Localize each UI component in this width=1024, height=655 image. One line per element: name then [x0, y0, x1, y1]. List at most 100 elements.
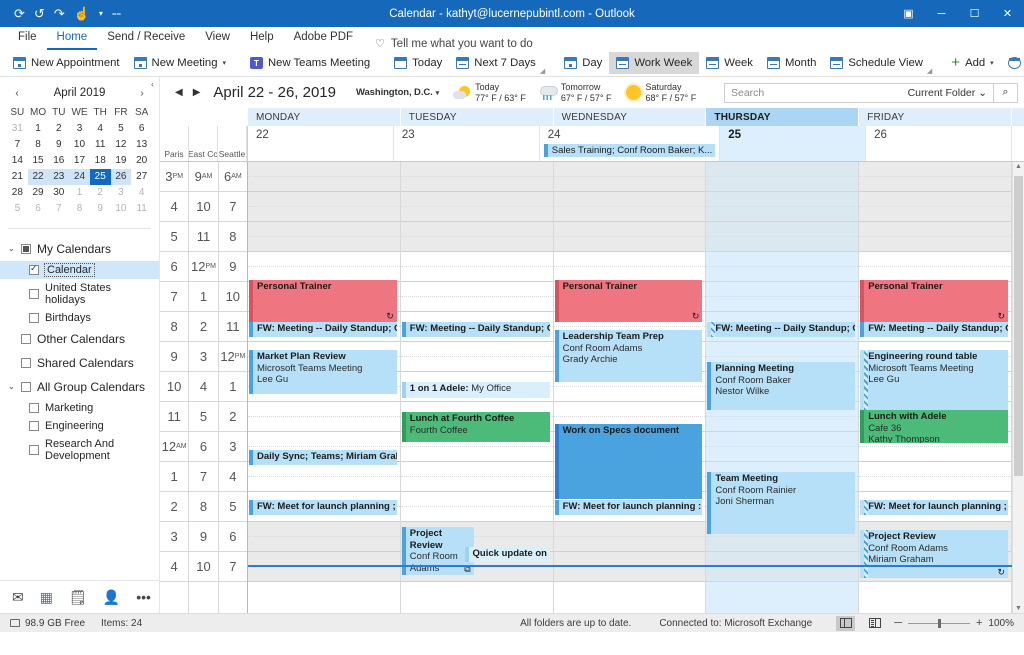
date-nav-day[interactable]: 26 — [111, 169, 132, 185]
date-nav-day[interactable]: 16 — [48, 153, 69, 169]
hour-cell[interactable] — [859, 252, 1011, 282]
hour-cell[interactable] — [554, 222, 706, 252]
all-day-cell-monday[interactable]: 22 — [248, 126, 394, 161]
date-nav-day[interactable]: 12 — [111, 137, 132, 153]
chevron-down-icon[interactable]: ⌄ — [978, 87, 987, 99]
day-column-thursday[interactable]: FW: Meeting -- Daily Standup; Co⧉Plannin… — [706, 162, 859, 613]
appointment[interactable]: Work on Specs document — [555, 424, 703, 499]
appointment[interactable]: Personal Trainer↻ — [860, 280, 1008, 322]
date-nav-day[interactable]: 9 — [90, 201, 111, 217]
appointment[interactable]: 1 on 1 Adele: My Office — [402, 382, 550, 398]
chevron-down-icon[interactable]: ▾ — [222, 59, 226, 67]
tab-help[interactable]: Help — [240, 27, 284, 50]
date-nav-day[interactable]: 8 — [28, 137, 49, 153]
zoom-slider-thumb[interactable] — [938, 619, 941, 628]
all-day-cell-friday[interactable]: 26 — [866, 126, 1012, 161]
day-header-monday[interactable]: MONDAY — [248, 108, 401, 126]
date-navigator-grid[interactable]: SUMOTUWETHFRSA31123456789101112131415161… — [7, 104, 152, 217]
add-calendar-button[interactable]: + Add ▾ — [944, 52, 1000, 74]
search-button[interactable]: ⌕ — [994, 83, 1018, 103]
calendar-icon[interactable]: ▦ — [40, 590, 53, 604]
chevron-down-icon[interactable]: ⌄ — [8, 244, 17, 253]
tab-adobe-pdf[interactable]: Adobe PDF — [284, 27, 363, 50]
new-meeting-button[interactable]: New Meeting ▾ — [127, 52, 233, 74]
chevron-down-icon[interactable]: ⌄ — [8, 382, 17, 391]
date-nav-day[interactable]: 25 — [90, 169, 111, 185]
hour-cell[interactable] — [248, 462, 400, 492]
people-icon[interactable]: 👤 — [103, 590, 120, 604]
hour-cell[interactable] — [248, 222, 400, 252]
hour-cell[interactable] — [248, 522, 400, 552]
hour-cell[interactable] — [706, 192, 858, 222]
date-nav-day[interactable]: 28 — [7, 185, 28, 201]
redo-icon[interactable]: ↷ — [54, 7, 65, 20]
appointment[interactable]: Personal Trainer↻ — [249, 280, 397, 322]
hour-cell[interactable] — [401, 222, 553, 252]
scroll-up-icon[interactable]: ▲ — [1013, 163, 1024, 170]
weather-tomorrow[interactable]: Tomorrow 67° F / 57° F — [540, 82, 612, 104]
minimize-button[interactable]: ─ — [925, 0, 958, 27]
hour-cell[interactable] — [401, 492, 553, 522]
calendar-item-checkbox[interactable] — [29, 421, 39, 431]
ribbon-tab-strip[interactable]: File Home Send / Receive View Help Adobe… — [0, 27, 1024, 50]
hour-cell[interactable] — [401, 192, 553, 222]
calendar-list[interactable]: ⌄My CalendarsCalendarUnited States holid… — [0, 229, 159, 465]
zoom-slider[interactable] — [908, 623, 970, 624]
new-teams-meeting-button[interactable]: New Teams Meeting — [243, 52, 377, 74]
appointment[interactable]: Daily Sync; Teams; Miriam Graham⧉ — [249, 450, 397, 465]
hour-cell[interactable] — [706, 252, 858, 282]
hour-cell[interactable] — [401, 252, 553, 282]
calendar-group-my-calendars[interactable]: ⌄My Calendars — [0, 237, 159, 261]
new-appointment-button[interactable]: New Appointment — [6, 52, 127, 74]
week-view-button[interactable]: Week — [699, 52, 760, 74]
scrollbar-thumb[interactable] — [1014, 176, 1023, 476]
hour-cell[interactable] — [706, 222, 858, 252]
weather-today[interactable]: Today 77° F / 63° F — [453, 82, 526, 104]
day-column-friday[interactable]: Personal Trainer↻FW: Meeting -- Daily St… — [859, 162, 1012, 613]
calendar-group-shared-calendars[interactable]: Shared Calendars — [0, 351, 159, 375]
date-nav-day[interactable]: 6 — [131, 121, 152, 137]
appointment[interactable]: Personal Trainer↻ — [555, 280, 703, 322]
date-nav-day[interactable]: 3 — [69, 121, 90, 137]
today-button[interactable]: Today — [387, 52, 449, 74]
hour-cell[interactable] — [859, 462, 1011, 492]
calendar-item-checkbox[interactable] — [29, 445, 39, 455]
date-nav-day[interactable]: 8 — [69, 201, 90, 217]
hour-cell[interactable] — [706, 162, 858, 192]
hour-cell[interactable] — [554, 162, 706, 192]
tasks-icon[interactable]: 🗒 — [69, 590, 87, 604]
ribbon-toolbar[interactable]: New Appointment New Meeting ▾ New Teams … — [0, 50, 1024, 77]
hour-cell[interactable] — [706, 282, 858, 312]
appointment[interactable]: Project ReviewConf Room AdamsMiriam Grah… — [860, 530, 1008, 578]
hour-cell[interactable] — [248, 252, 400, 282]
tab-view[interactable]: View — [195, 27, 240, 50]
date-nav-day[interactable]: 11 — [131, 201, 152, 217]
calendar-group-other-calendars[interactable]: Other Calendars — [0, 327, 159, 351]
date-nav-day[interactable]: 29 — [28, 185, 49, 201]
chevron-down-icon[interactable]: ▾ — [436, 90, 439, 97]
date-nav-day[interactable]: 20 — [131, 153, 152, 169]
calendar-group-checkbox[interactable] — [21, 358, 31, 368]
tab-send-receive[interactable]: Send / Receive — [97, 27, 195, 50]
appointment[interactable]: FW: Meet for launch planning ; M↻ — [860, 500, 1008, 515]
date-nav-day[interactable]: 31 — [7, 121, 28, 137]
appointment[interactable]: FW: Meet for launch planning : M⧉ — [555, 500, 703, 515]
ribbon-display-options-button[interactable]: ▣ — [892, 0, 925, 27]
hour-cell[interactable] — [401, 462, 553, 492]
arrange-dialog-launcher[interactable]: ◢ — [927, 67, 932, 75]
month-view-button[interactable]: Month — [760, 52, 823, 74]
hour-cell[interactable] — [706, 552, 858, 582]
module-nav-bar[interactable]: ✉ ▦ 🗒 👤 ••• — [0, 580, 159, 613]
appointment[interactable]: Leadership Team PrepConf Room AdamsGrady… — [555, 330, 703, 382]
date-nav-day[interactable]: 5 — [111, 121, 132, 137]
hour-cell[interactable] — [554, 522, 706, 552]
hour-cell[interactable] — [706, 432, 858, 462]
date-nav-day[interactable]: 4 — [90, 121, 111, 137]
appointment[interactable]: FW: Meeting -- Daily Standup; Co⧉ — [707, 322, 855, 337]
calendar-item-united-states-holidays[interactable]: United States holidays — [0, 279, 159, 309]
date-nav-day[interactable]: 4 — [131, 185, 152, 201]
date-nav-day[interactable]: 2 — [48, 121, 69, 137]
date-nav-day[interactable]: 2 — [90, 185, 111, 201]
hour-cell[interactable] — [401, 162, 553, 192]
scroll-down-icon[interactable]: ▼ — [1013, 605, 1024, 612]
